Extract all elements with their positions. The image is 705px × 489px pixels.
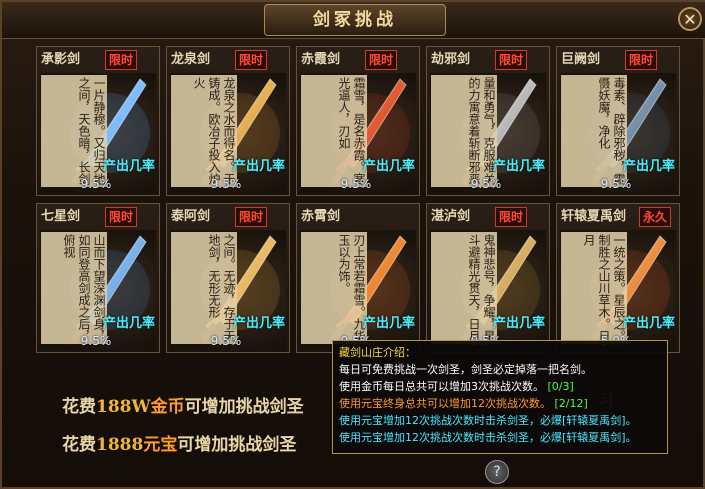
drop-rate-label: 产出几率	[362, 316, 415, 331]
sword-poem: 霜雪，是名赤霞。寒光逼人，刃如	[301, 75, 367, 187]
sword-card[interactable]: 鬼神悲号，争耀，星斗避精光贯天，日月湛泸剑限时产出几率9.5%	[426, 203, 550, 353]
drop-rate-label: 产出几率	[362, 159, 415, 174]
sword-tag-badge: 永久	[639, 207, 672, 227]
sword-poem: 一统之策。星辰之。制胜之山川草木。日月	[561, 232, 627, 344]
sword-card[interactable]: 一片静穆。又归天地之间，天色暗，长剑 承影剑 限时产出几率 9.5%	[36, 46, 160, 196]
tooltip-gold-count: [0/3]	[547, 380, 574, 393]
ingot-cost-amount: 1888	[96, 435, 144, 455]
tooltip-line-ingot: 使用元宝终身总共可以增加12次挑战次数。 [2/12]	[339, 395, 661, 412]
gold-cost-prefix: 花费	[62, 397, 96, 417]
close-icon[interactable]: ✕	[678, 7, 702, 31]
sword-card[interactable]: 霜雪，是名赤霞。寒光逼人，刃如 赤霞剑 限时产出几率 9.5%	[296, 46, 420, 196]
drop-rate-value: 9.5%	[600, 177, 632, 191]
gold-cost-line: 花费188W金币可增加挑战剑圣	[62, 392, 304, 417]
sword-tag-badge: 限时	[105, 207, 138, 227]
sword-card[interactable]: 山而下望深渊剑身，如同登高剑成之后，俯视 七星剑 限时产出几率 9.5%	[36, 203, 160, 353]
sword-name: 承影剑	[41, 52, 81, 67]
sword-poem: 之间。无迹，存于天地剑，无形无形	[171, 232, 237, 344]
ingot-cost-line: 花费1888元宝可增加挑战剑圣	[62, 430, 296, 455]
sword-tag-badge: 限时	[495, 50, 528, 70]
drop-rate-value: 9.5%	[80, 334, 112, 348]
window-title: 剑冢挑战	[264, 4, 446, 36]
drop-rate-label: 产出几率	[492, 316, 545, 331]
sword-name: 龙泉剑	[171, 52, 211, 67]
drop-rate-label: 产出几率	[232, 316, 285, 331]
sword-card[interactable]: 量和勇气，克服难关的力寓意着斩断邪恶 劫邪剑 限时产出几率 9.5%	[426, 46, 550, 196]
drop-rate-value: 9.5%	[470, 177, 502, 191]
tooltip-panel: 藏剑山庄介绍： 每日可免费挑战一次剑圣，剑圣必定掉落一把名剑。 使用金币每日总共…	[332, 340, 668, 454]
sword-card[interactable]: 龙泉之水而得名。于铸成。欧冶子投入炉火 龙泉剑 限时产出几率 9.5%	[166, 46, 290, 196]
sword-name: 赤霞剑	[301, 52, 341, 67]
gold-cost-currency: 金币	[150, 397, 185, 417]
gold-cost-amount: 188W	[96, 397, 151, 417]
drop-rate-label: 产出几率	[492, 159, 545, 174]
sword-poem: 一片静穆。又归天地之间，天色暗，长剑	[41, 75, 107, 187]
sword-tag-badge: 限时	[105, 50, 138, 70]
sword-tag-badge: 限时	[235, 50, 268, 70]
tooltip-title: 藏剑山庄介绍：	[339, 346, 416, 359]
tooltip-line-free: 每日可免费挑战一次剑圣，剑圣必定掉落一把名剑。	[339, 363, 592, 376]
sword-card[interactable]: 之间。无迹，存于天地剑，无形无形 泰阿剑 限时产出几率 9.5%	[166, 203, 290, 353]
sword-poem: 鬼神悲号，争耀，星斗避精光贯天，日月	[431, 232, 497, 344]
tooltip-gold-text: 使用金币每日总共可以增加3次挑战次数。	[339, 380, 544, 393]
tooltip-ingot-text: 使用元宝终身总共可以增加12次挑战次数。	[339, 397, 551, 410]
ingot-cost-currency: 元宝	[143, 435, 178, 455]
sword-name: 泰阿剑	[171, 209, 211, 224]
sword-name: 七星剑	[41, 209, 81, 224]
drop-rate-label: 产出几率	[622, 316, 675, 331]
sword-poem: 山而下望深渊剑身，如同登高剑成之后，俯视	[41, 232, 107, 344]
drop-rate-value: 9.5%	[210, 177, 242, 191]
tooltip-ingot-count: [2/12]	[554, 397, 588, 410]
drop-rate-label: 产出几率	[232, 159, 285, 174]
challenge-window: 剑冢挑战 ✕ 一片静穆。又归天地之间，天色暗，长剑 承影剑 限时 产出几率 9.5% 龙泉…	[0, 0, 705, 489]
sword-tag-badge: 限时	[625, 50, 658, 70]
sword-card[interactable]: 一统之策。星辰之。制胜之山川草木。日月轩辕夏禹剑永久产出几率5.0%	[556, 203, 680, 353]
drop-rate-label: 产出几率	[622, 159, 675, 174]
tooltip-line-gold: 使用金币每日总共可以增加3次挑战次数。 [0/3]	[339, 378, 661, 395]
sword-tag-badge: 限时	[235, 207, 268, 227]
sword-name: 轩辕夏禹剑	[561, 209, 627, 224]
sword-poem: 龙泉之水而得名。于铸成。欧冶子投入炉火	[171, 75, 237, 187]
ingot-cost-prefix: 花费	[62, 435, 96, 455]
sword-name: 湛泸剑	[431, 209, 471, 224]
drop-rate-value: 9.5%	[210, 334, 242, 348]
sword-card[interactable]: 刃上常若霜雪。九华玉以为饰。赤霄剑产出几率9.5%	[296, 203, 420, 353]
sword-tag-badge: 限时	[365, 50, 398, 70]
tooltip-line-guarantee-1: 使用元宝增加12次挑战次数时击杀剑圣，必爆[轩辕夏禹剑]。	[339, 414, 637, 427]
drop-rate-value: 9.5%	[80, 177, 112, 191]
sword-name: 劫邪剑	[431, 52, 471, 67]
drop-rate-value: 9.5%	[340, 177, 372, 191]
sword-card[interactable]: 毒素、辟除邪秽，震慑妖魔，净化 巨阙剑 限时产出几率 9.5%	[556, 46, 680, 196]
gold-cost-suffix: 可增加挑战剑圣	[184, 397, 304, 417]
question-icon[interactable]: ?	[485, 460, 509, 484]
drop-rate-label: 产出几率	[102, 159, 155, 174]
title-bar: 剑冢挑战 ✕	[2, 2, 705, 39]
sword-poem: 刃上常若霜雪。九华玉以为饰。	[301, 232, 367, 344]
sword-poem: 毒素、辟除邪秽，震慑妖魔，净化	[561, 75, 627, 187]
sword-name: 赤霄剑	[301, 209, 341, 224]
tooltip-line-guarantee-2: 使用元宝增加12次挑战次数时击杀剑圣，必爆[轩辕夏禹剑]。	[339, 431, 637, 444]
sword-name: 巨阙剑	[561, 52, 601, 67]
sword-grid: 一片静穆。又归天地之间，天色暗，长剑 承影剑 限时 产出几率 9.5% 龙泉之水而得名。于…	[20, 46, 692, 364]
sword-poem: 量和勇气，克服难关的力寓意着斩断邪恶	[431, 75, 497, 187]
ingot-cost-suffix: 可增加挑战剑圣	[177, 435, 297, 455]
drop-rate-label: 产出几率	[102, 316, 155, 331]
sword-tag-badge: 限时	[495, 207, 528, 227]
